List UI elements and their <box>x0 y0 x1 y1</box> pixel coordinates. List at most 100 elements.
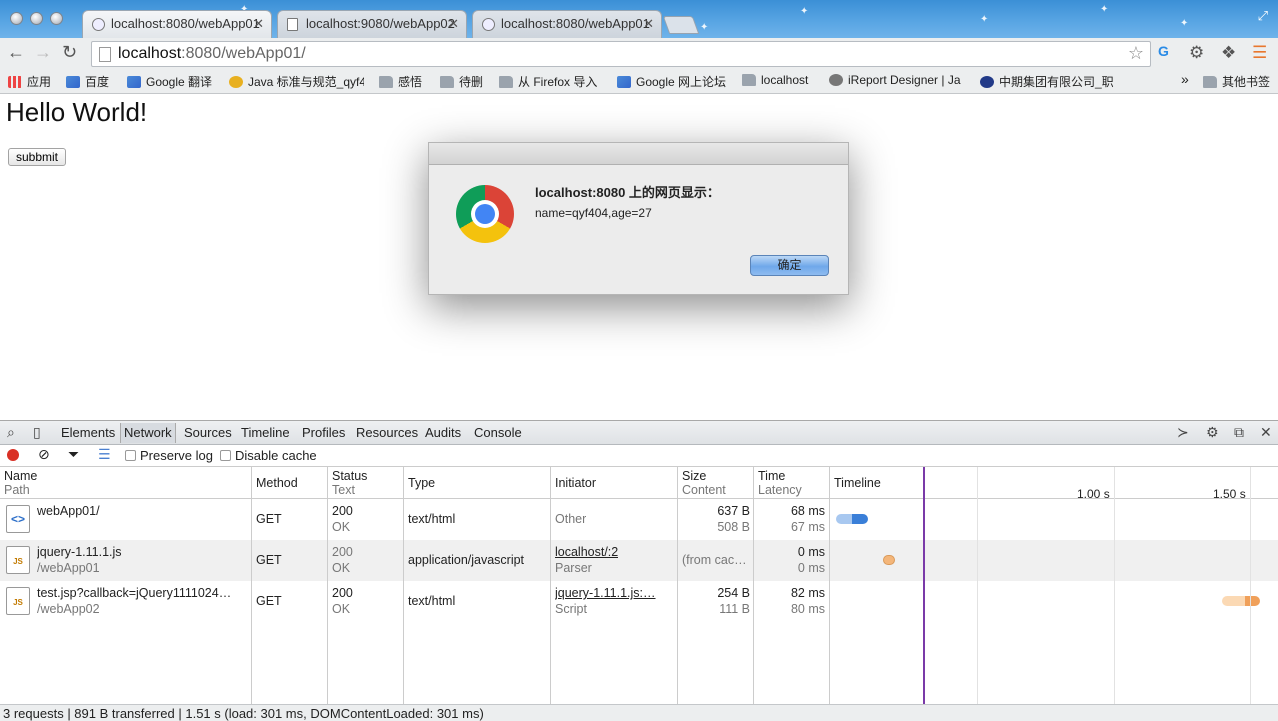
request-time: 82 ms 80 ms <box>790 586 825 616</box>
dock-icon[interactable]: ⧉ <box>1234 424 1244 441</box>
filter-icon[interactable]: ⏷ <box>68 446 79 463</box>
request-initiator: jquery-1.11.1.js:… Script <box>555 585 673 617</box>
browser-tab-2[interactable]: localhost:9080/webApp02 ✕ <box>277 10 467 38</box>
checkbox-icon[interactable] <box>125 450 136 461</box>
bookmarks-overflow-button[interactable]: » <box>1181 71 1189 87</box>
close-icon[interactable]: ✕ <box>1260 424 1272 441</box>
extension-icon[interactable]: ❖ <box>1221 43 1236 63</box>
bookmark-apps[interactable]: 应用 <box>8 73 51 90</box>
window-zoom-button[interactable] <box>50 12 63 25</box>
tab-timeline[interactable]: Timeline <box>241 425 290 440</box>
request-size: 254 B 111 B <box>717 586 750 616</box>
tab-console[interactable]: Console <box>474 425 522 440</box>
request-name: webApp01/ <box>37 504 100 518</box>
column-time-header[interactable]: Time Latency <box>754 467 829 499</box>
device-mode-icon[interactable]: ▯ <box>33 424 41 441</box>
tab-elements[interactable]: Elements <box>61 425 115 440</box>
column-initiator-header[interactable]: Initiator <box>551 467 677 499</box>
request-initiator: localhost/:2 Parser <box>555 544 619 575</box>
timeline-gridline <box>1250 467 1251 705</box>
address-bar[interactable]: localhost:8080/webApp01/ ☆ <box>91 41 1151 67</box>
column-divider <box>550 467 551 705</box>
gear-icon[interactable]: ⚙ <box>1189 43 1204 63</box>
forward-arrow-icon[interactable]: → <box>34 42 52 62</box>
extension-icon[interactable]: G <box>1158 43 1169 59</box>
tab-strip: ✦ ✦ ✦ ✦ ✦ ✦ localhost:8080/webApp01 ✕ lo… <box>0 0 1278 38</box>
bookmark-folder[interactable]: 待删 <box>440 73 483 90</box>
request-size: 637 B 508 B <box>717 504 750 534</box>
page-icon <box>99 47 111 62</box>
bookmark-star-icon[interactable]: ☆ <box>1128 43 1144 64</box>
fullscreen-icon[interactable]: ⤢ <box>1258 8 1268 24</box>
tab-audits[interactable]: Audits <box>425 425 461 440</box>
js-file-icon: JS <box>6 587 30 615</box>
record-icon[interactable] <box>7 449 19 461</box>
back-arrow-icon[interactable]: ← <box>7 42 25 62</box>
column-size-header[interactable]: Size Content <box>678 467 753 499</box>
dialog-ok-button[interactable]: 确定 <box>750 255 829 276</box>
devtools-panel: ⌕ ▯ Elements Network Sources Timeline Pr… <box>0 420 1278 721</box>
menu-icon[interactable]: ☰ <box>1252 43 1267 63</box>
browser-tab-3[interactable]: localhost:8080/webApp01 ✕ <box>472 10 662 38</box>
folder-icon <box>440 76 454 88</box>
bookmark-ireport[interactable]: iReport Designer | Ja <box>829 73 965 87</box>
network-request-table: Name Path Method Status Text Type Initiato… <box>0 467 1278 705</box>
initiator-link[interactable]: localhost/:2 <box>555 544 618 560</box>
tab-close-icon[interactable]: ✕ <box>448 16 459 32</box>
js-file-icon: JS <box>6 546 30 574</box>
column-divider <box>327 467 328 705</box>
bookmark-folder[interactable]: 从 Firefox 导入 <box>499 73 597 90</box>
console-drawer-icon[interactable]: ≻ <box>1177 424 1189 441</box>
bookmark-baidu[interactable]: 百度 <box>66 73 109 90</box>
window-minimize-button[interactable] <box>30 12 43 25</box>
search-icon[interactable]: ⌕ <box>7 424 15 441</box>
timeline-gridline <box>1114 467 1115 705</box>
tab-network[interactable]: Network <box>120 423 176 443</box>
folder-icon <box>742 74 756 86</box>
tab-profiles[interactable]: Profiles <box>302 425 345 440</box>
bookmark-google-groups[interactable]: Google 网上论坛 <box>617 73 726 90</box>
request-name: jquery-1.11.1.js/webApp01 <box>37 545 122 575</box>
bookmark-folder[interactable]: 感悟 <box>379 73 422 90</box>
table-row[interactable]: JS jquery-1.11.1.js/webApp01 GET 200 OK a… <box>0 540 1278 581</box>
preserve-log-checkbox[interactable]: Preserve log <box>125 448 213 463</box>
gear-icon[interactable]: ⚙ <box>1206 424 1219 441</box>
browser-tab-1[interactable]: localhost:8080/webApp01 ✕ <box>82 10 272 38</box>
bookmark-company[interactable]: 中期集团有限公司_职 <box>980 73 1120 90</box>
column-method-header[interactable]: Method <box>252 467 327 499</box>
request-name: test.jsp?callback=jQuery1111024…/webApp0… <box>37 586 232 616</box>
initiator-link[interactable]: jquery-1.11.1.js:… <box>555 585 673 601</box>
column-timeline-header[interactable]: Timeline <box>830 467 1278 499</box>
request-method: GET <box>256 512 282 526</box>
submit-button[interactable]: subbmit <box>8 148 67 166</box>
clear-icon[interactable]: ⊘ <box>38 446 50 463</box>
disable-cache-checkbox[interactable]: Disable cache <box>220 448 317 463</box>
reload-icon[interactable]: ↻ <box>62 42 77 62</box>
new-tab-button[interactable] <box>662 16 700 34</box>
load-event-line <box>923 467 925 705</box>
tab-close-icon[interactable]: ✕ <box>643 16 654 32</box>
alert-dialog: localhost:8080 上的网页显示： name=qyf404,age=2… <box>428 142 849 295</box>
bookmark-java[interactable]: Java 标准与规范_qyf4 <box>229 73 364 90</box>
request-time: 0 ms 0 ms <box>797 545 825 575</box>
column-status-header[interactable]: Status Text <box>328 467 403 499</box>
table-row[interactable]: JS test.jsp?callback=jQuery1111024…/webA… <box>0 581 1278 622</box>
tab-close-icon[interactable]: ✕ <box>253 16 264 32</box>
bookmark-folder[interactable]: localhost <box>742 73 808 87</box>
bookmark-other-folder[interactable]: 其他书签 <box>1203 73 1270 90</box>
checkbox-icon[interactable] <box>220 450 231 461</box>
bookmark-google-translate[interactable]: Google 翻译 <box>127 73 212 90</box>
table-row[interactable]: <> webApp01/ GET 200 OK text/html Other 6… <box>0 499 1278 540</box>
list-view-icon[interactable]: ☰ <box>98 446 111 463</box>
decor-star: ✦ <box>800 6 809 17</box>
window-close-button[interactable] <box>10 12 23 25</box>
column-divider <box>753 467 754 705</box>
tab-resources[interactable]: Resources <box>356 425 418 440</box>
request-initiator: Other <box>555 512 587 526</box>
tab-sources[interactable]: Sources <box>184 425 232 440</box>
column-divider <box>677 467 678 705</box>
column-type-header[interactable]: Type <box>404 467 550 499</box>
column-name-header[interactable]: Name Path <box>0 467 251 499</box>
address-host: localhost <box>118 45 182 62</box>
network-summary: 3 requests | 891 B transferred | 1.51 s … <box>0 704 1278 721</box>
